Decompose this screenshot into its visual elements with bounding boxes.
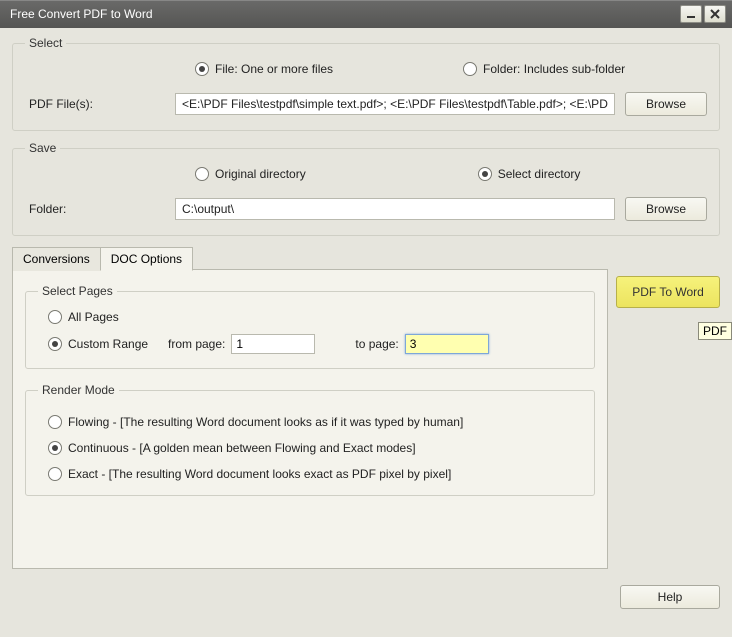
close-button[interactable] [704, 5, 726, 23]
window-title: Free Convert PDF to Word [6, 7, 678, 21]
radio-file-label: File: One or more files [215, 62, 333, 76]
select-pages-group: Select Pages All Pages Custom Range from… [25, 284, 595, 369]
radio-flowing[interactable] [48, 415, 62, 429]
from-page-input[interactable] [231, 334, 315, 354]
title-bar: Free Convert PDF to Word [0, 0, 732, 28]
pdf-to-word-button[interactable]: PDF To Word [616, 276, 720, 308]
to-page-label: to page: [355, 337, 398, 351]
radio-original-dir[interactable] [195, 167, 209, 181]
save-group: Save Original directory Select directory… [12, 141, 720, 236]
pdf-files-input[interactable] [175, 93, 615, 115]
save-legend: Save [25, 141, 60, 155]
from-page-label: from page: [168, 337, 225, 351]
tab-body: Select Pages All Pages Custom Range from… [12, 269, 608, 569]
tab-doc-options[interactable]: DOC Options [100, 247, 193, 271]
radio-custom-range[interactable] [48, 337, 62, 351]
radio-custom-range-label: Custom Range [68, 337, 168, 351]
radio-all-pages[interactable] [48, 310, 62, 324]
radio-original-label: Original directory [215, 167, 306, 181]
to-page-input[interactable] [405, 334, 489, 354]
help-button[interactable]: Help [620, 585, 720, 609]
radio-flowing-label: Flowing - [The resulting Word document l… [68, 415, 463, 429]
radio-continuous-label: Continuous - [A golden mean between Flow… [68, 441, 416, 455]
pdf-files-label: PDF File(s): [25, 97, 175, 111]
radio-exact-label: Exact - [The resulting Word document loo… [68, 467, 451, 481]
radio-select-label: Select directory [498, 167, 581, 181]
radio-continuous[interactable] [48, 441, 62, 455]
render-mode-legend: Render Mode [38, 383, 119, 397]
radio-all-pages-label: All Pages [68, 310, 119, 324]
select-group: Select File: One or more files Folder: I… [12, 36, 720, 131]
radio-file[interactable] [195, 62, 209, 76]
radio-folder-label: Folder: Includes sub-folder [483, 62, 625, 76]
tab-conversions[interactable]: Conversions [12, 247, 101, 271]
browse-folder-button[interactable]: Browse [625, 197, 707, 221]
browse-files-button[interactable]: Browse [625, 92, 707, 116]
tab-header: Conversions DOC Options [12, 246, 608, 270]
select-pages-legend: Select Pages [38, 284, 117, 298]
radio-folder[interactable] [463, 62, 477, 76]
render-mode-group: Render Mode Flowing - [The resulting Wor… [25, 383, 595, 496]
radio-select-dir[interactable] [478, 167, 492, 181]
pdf-tooltip: PDF [698, 322, 732, 340]
radio-exact[interactable] [48, 467, 62, 481]
folder-label: Folder: [25, 202, 175, 216]
minimize-button[interactable] [680, 5, 702, 23]
select-legend: Select [25, 36, 66, 50]
folder-input[interactable] [175, 198, 615, 220]
